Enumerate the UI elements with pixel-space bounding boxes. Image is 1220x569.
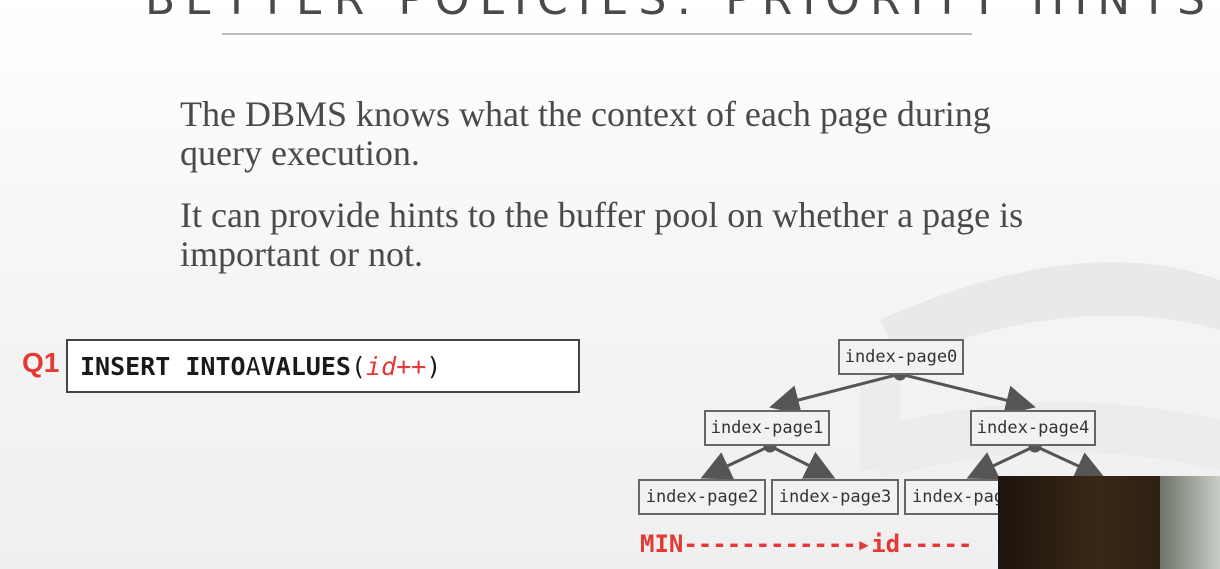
tree-node-page2: index-page2 (638, 479, 766, 515)
video-overlay-edge (1160, 476, 1220, 569)
slide: BETTER POLICIES: PRIORITY HINTS The DBMS… (0, 0, 1220, 569)
range-arrowhead-icon: ▸ (856, 530, 872, 558)
edge-p4-left (966, 444, 1036, 480)
tree-node-page1: index-page1 (704, 410, 830, 446)
range-dashes: ------------ (683, 530, 857, 558)
range-tail-dashes: ----- (900, 530, 973, 558)
edge-p4-right (1034, 444, 1106, 480)
tree-node-page3: index-page3 (771, 479, 899, 515)
edge-root-right (899, 372, 1036, 415)
edge-root-left (769, 372, 901, 415)
range-id-label: id (871, 530, 901, 558)
range-min-label: MIN (640, 530, 684, 558)
tree-node-page4: index-page4 (970, 410, 1096, 446)
edge-p1-right (769, 444, 836, 479)
edge-p1-left (700, 444, 771, 480)
tree-node-root: index-page0 (838, 339, 964, 375)
key-range-arrow: MIN------------▸id----- (640, 530, 972, 558)
